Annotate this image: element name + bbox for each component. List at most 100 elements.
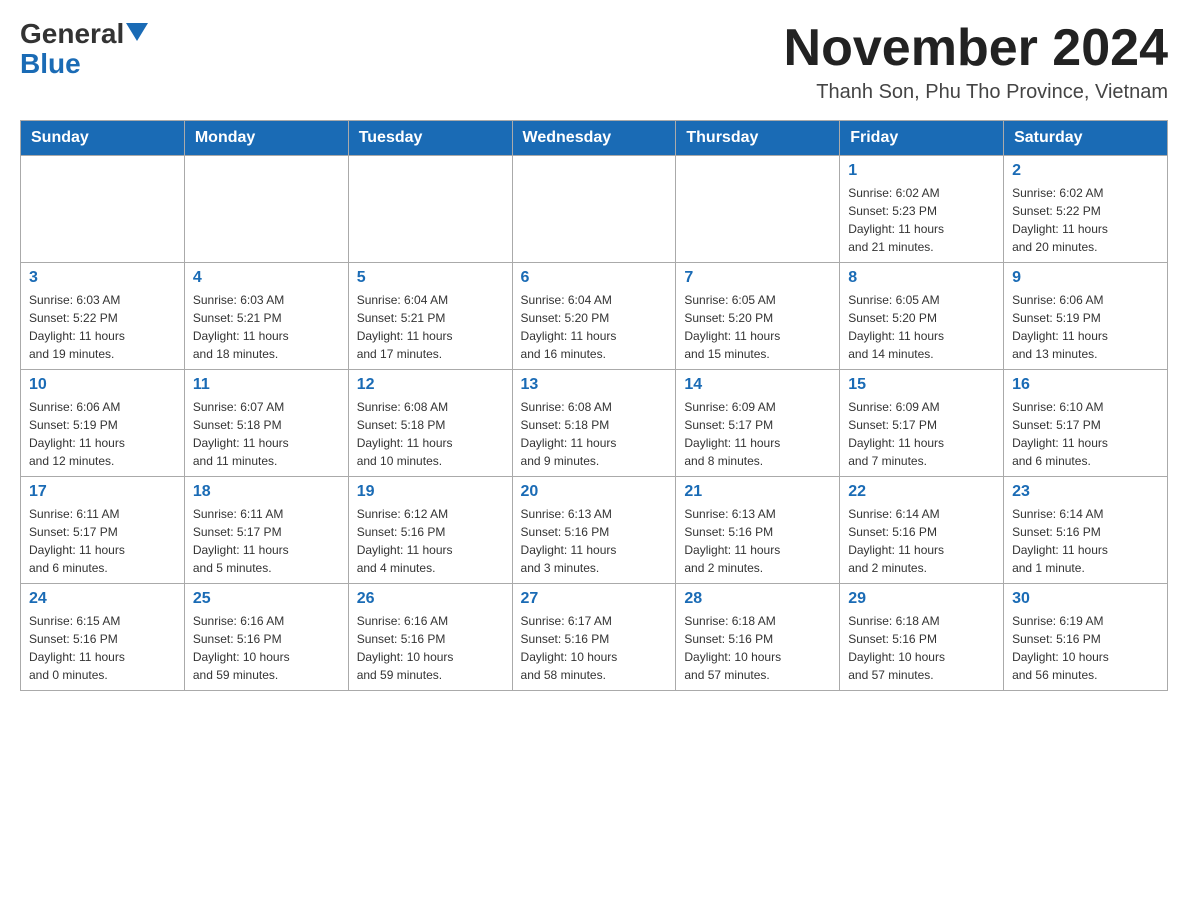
day-info: Sunrise: 6:02 AMSunset: 5:22 PMDaylight:…	[1012, 184, 1159, 256]
day-number: 14	[684, 376, 831, 394]
day-number: 6	[521, 269, 668, 287]
table-row: 22 Sunrise: 6:14 AMSunset: 5:16 PMDayligh…	[840, 477, 1004, 584]
table-row: 23Sunrise: 6:14 AMSunset: 5:16 PMDayligh…	[1004, 477, 1168, 584]
day-info: Sunrise: 6:16 AMSunset: 5:16 PMDaylight:…	[357, 612, 504, 684]
day-number: 12	[357, 376, 504, 394]
day-info: Sunrise: 6:13 AMSunset: 5:16 PMDaylight:…	[684, 505, 831, 577]
day-info: Sunrise: 6:19 AMSunset: 5:16 PMDaylight:…	[1012, 612, 1159, 684]
header-monday: Monday	[184, 121, 348, 156]
table-row: 20 Sunrise: 6:13 AMSunset: 5:16 PMDayligh…	[512, 477, 676, 584]
page-header: General Blue November 2024 Thanh Son, Ph…	[20, 20, 1168, 104]
day-number: 8	[848, 269, 995, 287]
day-info: Sunrise: 6:18 AMSunset: 5:16 PMDaylight:…	[848, 612, 995, 684]
day-number: 27	[521, 590, 668, 608]
day-number: 30	[1012, 590, 1159, 608]
day-info: Sunrise: 6:12 AMSunset: 5:16 PMDaylight:…	[357, 505, 504, 577]
day-number: 2	[1012, 162, 1159, 180]
calendar-table: Sunday Monday Tuesday Wednesday Thursday…	[20, 120, 1168, 691]
day-info: Sunrise: 6:11 AMSunset: 5:17 PMDaylight:…	[29, 505, 176, 577]
calendar-week-row: 24Sunrise: 6:15 AMSunset: 5:16 PMDayligh…	[21, 584, 1168, 691]
day-info: Sunrise: 6:03 AMSunset: 5:22 PMDaylight:…	[29, 291, 176, 363]
table-row	[512, 156, 676, 263]
table-row: 24Sunrise: 6:15 AMSunset: 5:16 PMDayligh…	[21, 584, 185, 691]
day-number: 21	[684, 483, 831, 501]
title-area: November 2024 Thanh Son, Phu Tho Provinc…	[784, 20, 1168, 104]
table-row: 30 Sunrise: 6:19 AMSunset: 5:16 PMDayligh…	[1004, 584, 1168, 691]
day-info: Sunrise: 6:06 AMSunset: 5:19 PMDaylight:…	[29, 398, 176, 470]
table-row: 29 Sunrise: 6:18 AMSunset: 5:16 PMDayligh…	[840, 584, 1004, 691]
table-row: 8 Sunrise: 6:05 AMSunset: 5:20 PMDaylight…	[840, 263, 1004, 370]
table-row: 12 Sunrise: 6:08 AMSunset: 5:18 PMDayligh…	[348, 370, 512, 477]
table-row: 13 Sunrise: 6:08 AMSunset: 5:18 PMDayligh…	[512, 370, 676, 477]
day-number: 7	[684, 269, 831, 287]
day-number: 20	[521, 483, 668, 501]
logo-blue: Blue	[20, 48, 81, 79]
day-number: 4	[193, 269, 340, 287]
table-row: 10 Sunrise: 6:06 AMSunset: 5:19 PMDayligh…	[21, 370, 185, 477]
day-number: 16	[1012, 376, 1159, 394]
table-row: 19Sunrise: 6:12 AMSunset: 5:16 PMDayligh…	[348, 477, 512, 584]
day-number: 10	[29, 376, 176, 394]
logo-general: General	[20, 20, 124, 48]
table-row: 7 Sunrise: 6:05 AMSunset: 5:20 PMDaylight…	[676, 263, 840, 370]
table-row: 18 Sunrise: 6:11 AMSunset: 5:17 PMDayligh…	[184, 477, 348, 584]
header-thursday: Thursday	[676, 121, 840, 156]
day-info: Sunrise: 6:06 AMSunset: 5:19 PMDaylight:…	[1012, 291, 1159, 363]
calendar-week-row: 10 Sunrise: 6:06 AMSunset: 5:19 PMDayligh…	[21, 370, 1168, 477]
table-row	[676, 156, 840, 263]
day-number: 3	[29, 269, 176, 287]
table-row: 1 Sunrise: 6:02 AMSunset: 5:23 PMDaylight…	[840, 156, 1004, 263]
day-number: 11	[193, 376, 340, 394]
day-number: 25	[193, 590, 340, 608]
day-number: 15	[848, 376, 995, 394]
calendar-week-row: 17Sunrise: 6:11 AMSunset: 5:17 PMDayligh…	[21, 477, 1168, 584]
day-info: Sunrise: 6:04 AMSunset: 5:21 PMDaylight:…	[357, 291, 504, 363]
table-row: 5 Sunrise: 6:04 AMSunset: 5:21 PMDaylight…	[348, 263, 512, 370]
month-title: November 2024	[784, 20, 1168, 77]
day-number: 9	[1012, 269, 1159, 287]
day-info: Sunrise: 6:09 AMSunset: 5:17 PMDaylight:…	[848, 398, 995, 470]
day-number: 13	[521, 376, 668, 394]
day-number: 1	[848, 162, 995, 180]
day-number: 28	[684, 590, 831, 608]
day-number: 18	[193, 483, 340, 501]
day-info: Sunrise: 6:13 AMSunset: 5:16 PMDaylight:…	[521, 505, 668, 577]
location-subtitle: Thanh Son, Phu Tho Province, Vietnam	[784, 81, 1168, 104]
header-saturday: Saturday	[1004, 121, 1168, 156]
table-row: 11 Sunrise: 6:07 AMSunset: 5:18 PMDayligh…	[184, 370, 348, 477]
day-number: 5	[357, 269, 504, 287]
day-info: Sunrise: 6:07 AMSunset: 5:18 PMDaylight:…	[193, 398, 340, 470]
day-info: Sunrise: 6:08 AMSunset: 5:18 PMDaylight:…	[521, 398, 668, 470]
logo: General Blue	[20, 20, 148, 80]
day-info: Sunrise: 6:15 AMSunset: 5:16 PMDaylight:…	[29, 612, 176, 684]
table-row: 3 Sunrise: 6:03 AMSunset: 5:22 PMDaylight…	[21, 263, 185, 370]
day-info: Sunrise: 6:05 AMSunset: 5:20 PMDaylight:…	[848, 291, 995, 363]
day-info: Sunrise: 6:05 AMSunset: 5:20 PMDaylight:…	[684, 291, 831, 363]
logo-triangle-icon	[126, 23, 148, 41]
day-info: Sunrise: 6:03 AMSunset: 5:21 PMDaylight:…	[193, 291, 340, 363]
table-row: 6 Sunrise: 6:04 AMSunset: 5:20 PMDaylight…	[512, 263, 676, 370]
header-sunday: Sunday	[21, 121, 185, 156]
day-number: 29	[848, 590, 995, 608]
day-info: Sunrise: 6:14 AMSunset: 5:16 PMDaylight:…	[848, 505, 995, 577]
days-header-row: Sunday Monday Tuesday Wednesday Thursday…	[21, 121, 1168, 156]
day-number: 23	[1012, 483, 1159, 501]
day-info: Sunrise: 6:02 AMSunset: 5:23 PMDaylight:…	[848, 184, 995, 256]
day-info: Sunrise: 6:08 AMSunset: 5:18 PMDaylight:…	[357, 398, 504, 470]
day-info: Sunrise: 6:10 AMSunset: 5:17 PMDaylight:…	[1012, 398, 1159, 470]
table-row: 14 Sunrise: 6:09 AMSunset: 5:17 PMDayligh…	[676, 370, 840, 477]
header-wednesday: Wednesday	[512, 121, 676, 156]
table-row	[21, 156, 185, 263]
table-row: 25Sunrise: 6:16 AMSunset: 5:16 PMDayligh…	[184, 584, 348, 691]
day-info: Sunrise: 6:17 AMSunset: 5:16 PMDaylight:…	[521, 612, 668, 684]
header-tuesday: Tuesday	[348, 121, 512, 156]
table-row: 26Sunrise: 6:16 AMSunset: 5:16 PMDayligh…	[348, 584, 512, 691]
day-info: Sunrise: 6:09 AMSunset: 5:17 PMDaylight:…	[684, 398, 831, 470]
day-info: Sunrise: 6:04 AMSunset: 5:20 PMDaylight:…	[521, 291, 668, 363]
day-info: Sunrise: 6:18 AMSunset: 5:16 PMDaylight:…	[684, 612, 831, 684]
table-row: 21 Sunrise: 6:13 AMSunset: 5:16 PMDayligh…	[676, 477, 840, 584]
day-info: Sunrise: 6:11 AMSunset: 5:17 PMDaylight:…	[193, 505, 340, 577]
header-friday: Friday	[840, 121, 1004, 156]
day-number: 22	[848, 483, 995, 501]
table-row	[184, 156, 348, 263]
